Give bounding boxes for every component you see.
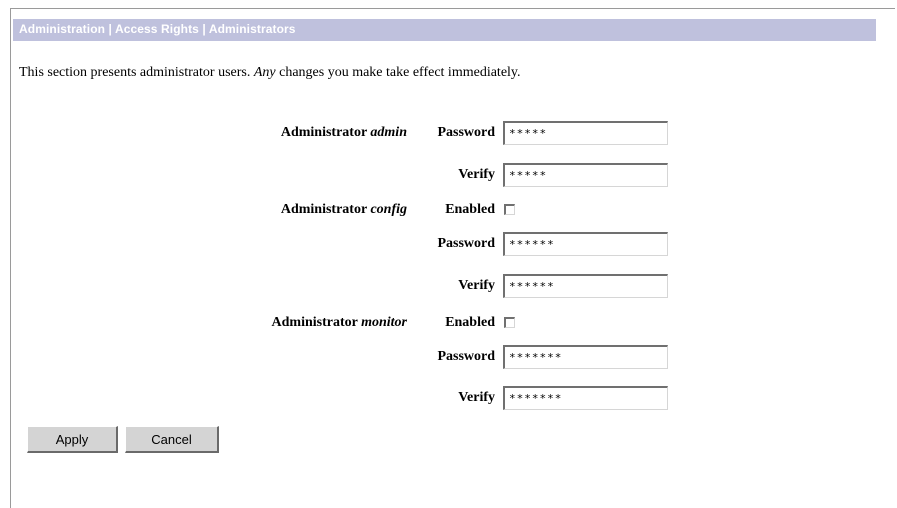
monitor-role: monitor (361, 315, 407, 330)
monitor-enabled-checkbox[interactable] (504, 317, 515, 328)
admin-prefix: Administrator (280, 125, 371, 140)
config-verify-field[interactable] (503, 274, 668, 298)
monitor-prefix: Administrator (271, 315, 362, 330)
admin-section-label: Administrator admin (281, 125, 407, 141)
config-password-label: Password (437, 236, 495, 251)
monitor-section-label: Administrator monitor (272, 315, 407, 331)
intro-text: This section presents administrator user… (19, 65, 521, 81)
monitor-verify-label: Verify (458, 390, 495, 405)
intro-text-plain: This section presents administrator user… (19, 65, 254, 80)
config-verify-label: Verify (458, 278, 495, 293)
intro-text-italic: Any (253, 65, 276, 80)
config-enabled-label: Enabled (445, 202, 495, 217)
apply-button[interactable]: Apply (27, 426, 118, 453)
admin-password-field[interactable] (503, 121, 668, 145)
admin-role: admin (370, 125, 407, 140)
admin-password-label: Password (437, 125, 495, 140)
monitor-password-label: Password (437, 349, 495, 364)
breadcrumb: Administration | Access Rights | Adminis… (19, 22, 296, 36)
monitor-enabled-label: Enabled (445, 315, 495, 330)
admin-verify-label: Verify (458, 167, 495, 182)
config-prefix: Administrator (280, 202, 371, 217)
admin-verify-field[interactable] (503, 163, 668, 187)
intro-text-rest: changes you make take effect immediately… (275, 65, 521, 80)
config-section-label: Administrator config (281, 202, 407, 218)
monitor-verify-field[interactable] (503, 386, 668, 410)
config-password-field[interactable] (503, 232, 668, 256)
monitor-password-field[interactable] (503, 345, 668, 369)
breadcrumb-bar: Administration | Access Rights | Adminis… (13, 19, 876, 41)
config-enabled-checkbox[interactable] (504, 204, 515, 215)
cancel-button[interactable]: Cancel (125, 426, 219, 453)
config-role: config (370, 202, 407, 217)
